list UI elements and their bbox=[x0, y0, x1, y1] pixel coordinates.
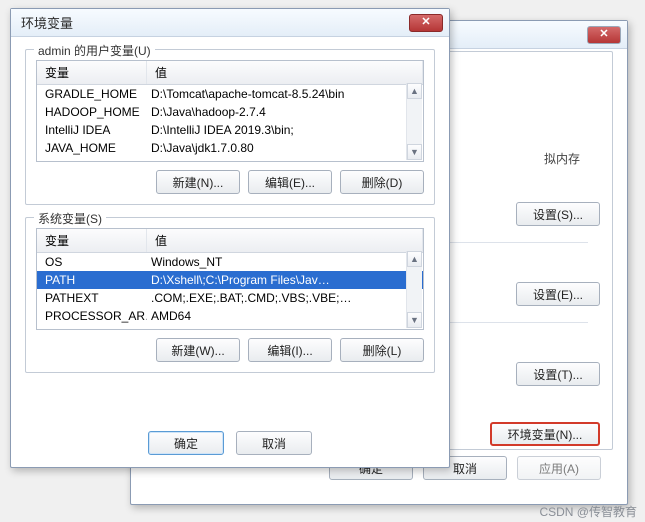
ok-button[interactable]: 确定 bbox=[148, 431, 224, 455]
list-item[interactable]: HADOOP_HOME D:\Java\hadoop-2.7.4 bbox=[37, 103, 423, 121]
list-item[interactable]: JAVA_HOME D:\Java\jdk1.7.0.80 bbox=[37, 139, 423, 157]
var-name: HADOOP_HOME bbox=[37, 103, 147, 121]
user-delete-button[interactable]: 删除(D) bbox=[340, 170, 424, 194]
system-scrollbar[interactable]: ▲ ▼ bbox=[406, 251, 422, 328]
scroll-up-icon[interactable]: ▲ bbox=[407, 251, 422, 267]
system-buttons: 新建(W)... 编辑(I)... 删除(L) bbox=[36, 338, 424, 362]
col-name[interactable]: 变量 bbox=[37, 229, 147, 252]
var-name: PATHEXT bbox=[37, 289, 147, 307]
var-value: D:\Java\hadoop-2.7.4 bbox=[147, 103, 423, 121]
scroll-down-icon[interactable]: ▼ bbox=[407, 312, 422, 328]
var-name: GRADLE_HOME bbox=[37, 85, 147, 103]
settings-e-button[interactable]: 设置(E)... bbox=[516, 282, 600, 306]
col-name[interactable]: 变量 bbox=[37, 61, 147, 84]
list-item[interactable]: IntelliJ IDEA D:\IntelliJ IDEA 2019.3\bi… bbox=[37, 121, 423, 139]
var-value: D:\Xshell\;C:\Program Files\Jav… bbox=[147, 271, 423, 289]
environment-variables-window: 环境变量 ✕ admin 的用户变量(U) 变量 值 GRADLE_HOME D… bbox=[10, 8, 450, 468]
user-rows: GRADLE_HOME D:\Tomcat\apache-tomcat-8.5.… bbox=[37, 85, 423, 157]
var-name: PATH bbox=[37, 271, 147, 289]
settings-s-button[interactable]: 设置(S)... bbox=[516, 202, 600, 226]
cancel-button[interactable]: 取消 bbox=[236, 431, 312, 455]
list-item[interactable]: GRADLE_HOME D:\Tomcat\apache-tomcat-8.5.… bbox=[37, 85, 423, 103]
var-value: D:\Java\jdk1.7.0.80 bbox=[147, 139, 423, 157]
system-variables-group: 系统变量(S) 变量 值 OS Windows_NT PATH D:\Xshel… bbox=[25, 217, 435, 373]
list-item[interactable]: PATHEXT .COM;.EXE;.BAT;.CMD;.VBS;.VBE;… bbox=[37, 289, 423, 307]
close-icon: ✕ bbox=[421, 17, 430, 28]
user-list-header: 变量 值 bbox=[37, 61, 423, 85]
user-group-legend: admin 的用户变量(U) bbox=[34, 42, 155, 59]
user-edit-button[interactable]: 编辑(E)... bbox=[248, 170, 332, 194]
col-value[interactable]: 值 bbox=[147, 229, 423, 252]
front-close-button[interactable]: ✕ bbox=[409, 14, 443, 32]
system-list-header: 变量 值 bbox=[37, 229, 423, 253]
scroll-up-icon[interactable]: ▲ bbox=[407, 83, 422, 99]
virtual-memory-label: 拟内存 bbox=[532, 142, 592, 175]
back-apply-button[interactable]: 应用(A) bbox=[517, 456, 601, 480]
var-value: Windows_NT bbox=[147, 253, 423, 271]
col-value[interactable]: 值 bbox=[147, 61, 423, 84]
system-variables-list[interactable]: 变量 值 OS Windows_NT PATH D:\Xshell\;C:\Pr… bbox=[36, 228, 424, 330]
var-value: D:\Tomcat\apache-tomcat-8.5.24\bin bbox=[147, 85, 423, 103]
var-name: IntelliJ IDEA bbox=[37, 121, 147, 139]
list-item[interactable]: PROCESSOR_AR… AMD64 bbox=[37, 307, 423, 325]
system-delete-button[interactable]: 删除(L) bbox=[340, 338, 424, 362]
front-titlebar: 环境变量 ✕ bbox=[11, 9, 449, 37]
user-variables-list[interactable]: 变量 值 GRADLE_HOME D:\Tomcat\apache-tomcat… bbox=[36, 60, 424, 162]
user-variables-group: admin 的用户变量(U) 变量 值 GRADLE_HOME D:\Tomca… bbox=[25, 49, 435, 205]
system-edit-button[interactable]: 编辑(I)... bbox=[248, 338, 332, 362]
system-group-legend: 系统变量(S) bbox=[34, 210, 106, 227]
front-bottom-buttons: 确定 取消 bbox=[11, 431, 449, 455]
settings-t-button[interactable]: 设置(T)... bbox=[516, 362, 600, 386]
var-name: PROCESSOR_AR… bbox=[37, 307, 147, 325]
list-item[interactable]: OS Windows_NT bbox=[37, 253, 423, 271]
back-close-button[interactable]: ✕ bbox=[587, 26, 621, 44]
close-icon: ✕ bbox=[599, 29, 608, 40]
front-body: admin 的用户变量(U) 变量 值 GRADLE_HOME D:\Tomca… bbox=[11, 37, 449, 397]
var-name: JAVA_HOME bbox=[37, 139, 147, 157]
var-value: AMD64 bbox=[147, 307, 423, 325]
var-value: D:\IntelliJ IDEA 2019.3\bin; bbox=[147, 121, 423, 139]
user-new-button[interactable]: 新建(N)... bbox=[156, 170, 240, 194]
var-value: .COM;.EXE;.BAT;.CMD;.VBS;.VBE;… bbox=[147, 289, 423, 307]
front-title: 环境变量 bbox=[21, 13, 73, 32]
scroll-down-icon[interactable]: ▼ bbox=[407, 144, 422, 160]
system-rows: OS Windows_NT PATH D:\Xshell\;C:\Program… bbox=[37, 253, 423, 325]
environment-variables-button[interactable]: 环境变量(N)... bbox=[490, 422, 600, 446]
var-name: OS bbox=[37, 253, 147, 271]
system-new-button[interactable]: 新建(W)... bbox=[156, 338, 240, 362]
user-scrollbar[interactable]: ▲ ▼ bbox=[406, 83, 422, 160]
user-buttons: 新建(N)... 编辑(E)... 删除(D) bbox=[36, 170, 424, 194]
list-item-selected[interactable]: PATH D:\Xshell\;C:\Program Files\Jav… bbox=[37, 271, 423, 289]
watermark: CSDN @传智教育 bbox=[539, 503, 637, 520]
